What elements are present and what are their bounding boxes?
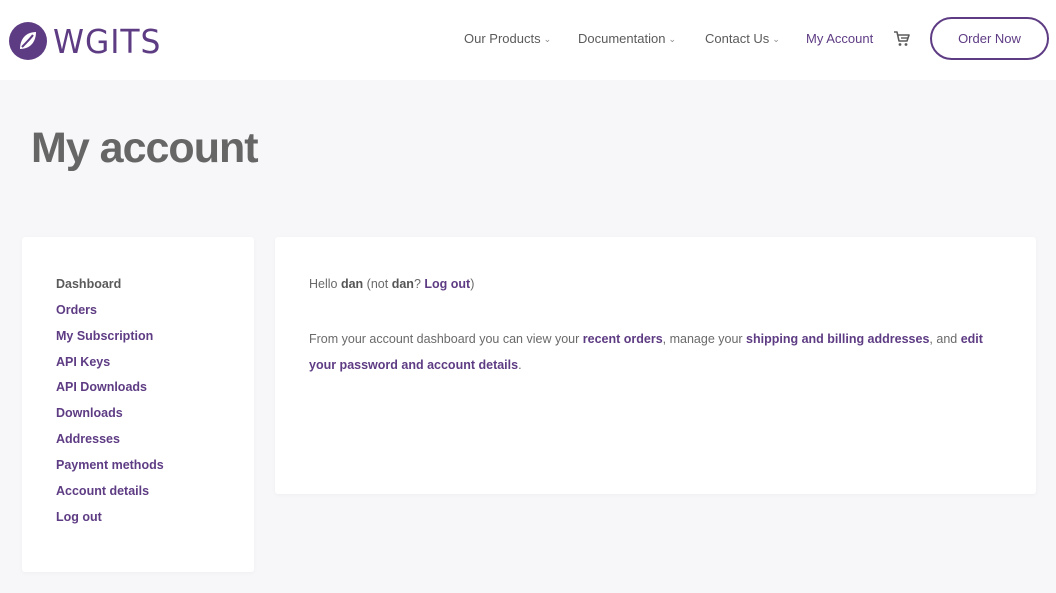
sidebar-item-addresses[interactable]: Addresses	[56, 432, 120, 446]
nav-my-account[interactable]: My Account	[806, 31, 873, 46]
sidebar-item-account-details[interactable]: Account details	[56, 484, 149, 498]
not-username: dan	[391, 277, 414, 291]
nav-our-products[interactable]: Our Products ⌄	[464, 31, 551, 46]
greeting-question: ?	[413, 277, 425, 291]
desc-text: .	[518, 358, 522, 372]
order-now-button[interactable]: Order Now	[930, 17, 1049, 60]
dashboard-content: Hello dan (not dan? Log out) From your a…	[275, 237, 1036, 494]
sidebar-item-api-keys[interactable]: API Keys	[56, 355, 110, 369]
chevron-down-icon: ⌄	[668, 34, 676, 44]
nav-label: My Account	[806, 31, 874, 46]
desc-text: From your account dashboard you can view…	[309, 332, 583, 346]
nav-documentation[interactable]: Documentation ⌄	[578, 31, 676, 46]
desc-text: , and	[929, 332, 961, 346]
nav-label: Our Products	[464, 31, 541, 46]
addresses-link[interactable]: shipping and billing addresses	[746, 332, 929, 346]
nav-contact-us[interactable]: Contact Us ⌄	[705, 31, 780, 46]
greeting-close: )	[470, 277, 475, 291]
main-nav: Our Products ⌄ Documentation ⌄ Contact Us ⌄…	[0, 0, 1056, 80]
desc-text: , manage your	[662, 332, 747, 346]
sidebar-item-dashboard[interactable]: Dashboard	[56, 277, 121, 291]
greeting-prefix: Hello	[309, 277, 341, 291]
sidebar-item-log-out[interactable]: Log out	[56, 510, 102, 524]
username: dan	[340, 277, 364, 291]
recent-orders-link[interactable]: recent orders	[583, 332, 663, 346]
dashboard-description: From your account dashboard you can view…	[309, 326, 1009, 378]
sidebar-item-api-downloads[interactable]: API Downloads	[56, 380, 147, 394]
chevron-down-icon: ⌄	[772, 34, 780, 44]
greeting: Hello dan (not dan? Log out)	[309, 277, 474, 291]
logout-link[interactable]: Log out	[424, 277, 470, 291]
nav-label: Documentation	[578, 31, 666, 46]
sidebar-item-orders[interactable]: Orders	[56, 303, 97, 317]
sidebar-item-downloads[interactable]: Downloads	[56, 406, 123, 420]
page-title: My account	[31, 124, 259, 172]
sidebar-item-payment-methods[interactable]: Payment methods	[56, 458, 164, 472]
sidebar-item-my-subscription[interactable]: My Subscription	[56, 329, 153, 343]
nav-label: Contact Us	[705, 31, 770, 46]
site-header: WGITS Our Products ⌄ Documentation ⌄ Conta…	[0, 0, 1056, 80]
greeting-not: (not	[363, 277, 392, 291]
account-sidebar: Dashboard Orders My Subscription API Key…	[22, 237, 254, 572]
chevron-down-icon: ⌄	[543, 34, 552, 44]
cart-icon[interactable]	[893, 30, 911, 48]
